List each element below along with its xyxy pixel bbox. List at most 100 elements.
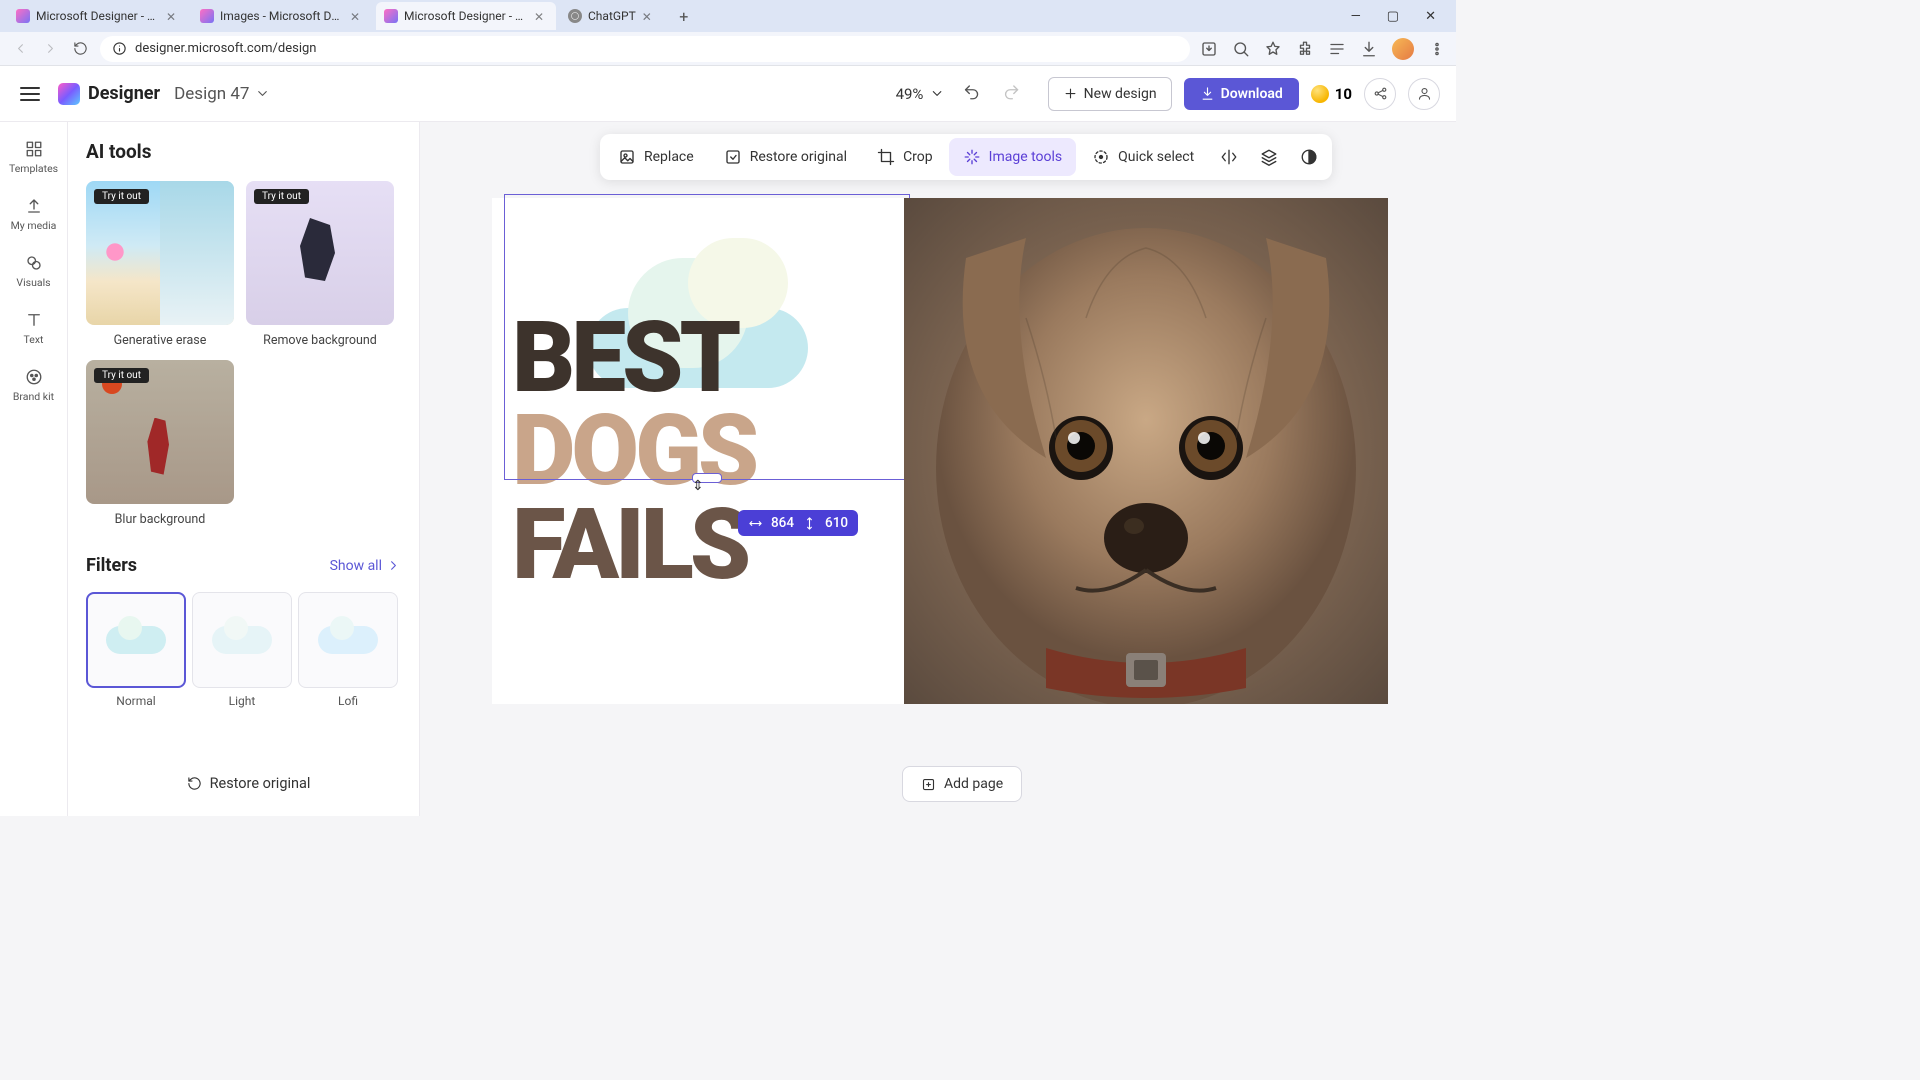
text-line-1[interactable]: BEST [512,311,904,404]
width-icon [748,516,763,531]
canvas-area[interactable]: Replace Restore original Crop Image tool… [420,122,1456,816]
design-surface[interactable]: BEST DOGS FAILS ⇕ 864 610 [492,198,1388,704]
extensions-icon[interactable] [1296,40,1314,58]
filter-thumbnail [298,592,398,688]
menu-toggle-button[interactable] [16,80,44,108]
left-rail: Templates My media Visuals Text Brand ki… [0,122,68,816]
rail-text[interactable]: Text [6,303,62,354]
filter-normal[interactable]: Normal [86,592,186,708]
zoom-icon[interactable] [1232,40,1250,58]
tab-title: ChatGPT [588,9,636,23]
designer-favicon-icon [16,9,30,23]
tool-generative-erase[interactable]: Try it out Generative erase [86,181,234,348]
show-all-filters-button[interactable]: Show all [330,558,401,574]
design-text-block[interactable]: BEST DOGS FAILS ⇕ 864 610 [492,198,904,704]
filter-light[interactable]: Light [192,592,292,708]
ctx-flip[interactable] [1210,138,1248,176]
chatgpt-favicon-icon [568,9,582,23]
filter-thumbnail [86,592,186,688]
reading-list-icon[interactable] [1328,40,1346,58]
quick-select-icon [1092,148,1110,166]
dimensions-badge: 864 610 [738,510,858,536]
filters-title: Filters [86,555,137,576]
ctx-quick-select[interactable]: Quick select [1078,138,1208,176]
menu-icon[interactable] [1428,40,1446,58]
user-icon [1417,86,1432,101]
add-page-button[interactable]: Add page [902,766,1022,802]
maximize-button[interactable]: ▢ [1383,7,1403,26]
undo-button[interactable] [958,79,984,109]
filter-label: Light [229,694,256,708]
profile-avatar[interactable] [1392,38,1414,60]
rail-brand-kit[interactable]: Brand kit [6,360,62,411]
app-header: Designer Design 47 49% New design Downlo… [0,66,1456,122]
designer-favicon-icon [384,9,398,23]
forward-button[interactable] [40,39,60,59]
filters-row: Normal Light Lofi [86,592,401,708]
brand[interactable]: Designer [58,83,160,105]
header-center: 49% [896,79,1025,109]
tool-blur-background[interactable]: Try it out Blur background [86,360,234,527]
brandkit-icon [25,368,43,386]
close-icon[interactable]: ✕ [534,10,546,22]
close-icon[interactable]: ✕ [166,10,178,22]
chevron-down-icon [255,86,270,101]
minimize-button[interactable]: — [1347,7,1365,26]
dog-image[interactable] [904,198,1388,704]
flip-icon [1220,148,1238,166]
try-badge: Try it out [254,189,309,204]
download-icon [1200,86,1215,101]
address-bar[interactable]: designer.microsoft.com/design [100,36,1190,62]
opacity-icon [1300,148,1318,166]
reload-button[interactable] [70,39,90,59]
close-icon[interactable]: ✕ [350,10,362,22]
tool-label: Blur background [115,512,206,527]
close-window-button[interactable]: ✕ [1421,7,1440,26]
ctx-restore-original[interactable]: Restore original [710,138,861,176]
coin-icon [1311,85,1329,103]
rail-templates[interactable]: Templates [6,132,62,183]
zoom-dropdown[interactable]: 49% [896,85,945,103]
rail-visuals[interactable]: Visuals [6,246,62,297]
designer-logo-icon [58,83,80,105]
ctx-image-tools[interactable]: Image tools [949,138,1077,176]
layers-icon [1260,148,1278,166]
visuals-icon [25,254,43,272]
restore-original-button[interactable]: Restore original [86,769,411,798]
ctx-replace[interactable]: Replace [604,138,708,176]
new-tab-button[interactable]: + [672,4,696,28]
upload-icon [25,197,43,215]
downloads-icon[interactable] [1360,40,1378,58]
text-line-2[interactable]: DOGS [512,404,904,497]
tool-remove-background[interactable]: Try it out Remove background [246,181,394,348]
tool-thumbnail: Try it out [86,360,234,504]
text-icon [25,311,43,329]
account-button[interactable] [1408,78,1440,110]
filter-lofi[interactable]: Lofi [298,592,398,708]
credits-counter[interactable]: 10 [1311,85,1352,103]
browser-tab[interactable]: Microsoft Designer - Stunning✕ [376,2,556,30]
browser-tab[interactable]: Images - Microsoft Designer✕ [192,2,372,30]
browser-tab[interactable]: ChatGPT ✕ [560,2,664,30]
close-icon[interactable]: ✕ [642,10,654,22]
side-panel: AI tools Try it out Generative erase Try… [68,122,420,816]
install-app-icon[interactable] [1200,40,1218,58]
ctx-crop[interactable]: Crop [863,138,947,176]
replace-icon [618,148,636,166]
rail-my-media[interactable]: My media [6,189,62,240]
back-button[interactable] [10,39,30,59]
tool-label: Remove background [263,333,377,348]
ctx-opacity[interactable] [1290,138,1328,176]
filter-label: Normal [116,694,155,708]
ctx-layers[interactable] [1250,138,1288,176]
height-icon [802,516,817,531]
tool-label: Generative erase [114,333,207,348]
share-button[interactable] [1364,78,1396,110]
redo-button[interactable] [998,79,1024,109]
download-button[interactable]: Download [1184,78,1299,110]
bookmark-star-icon[interactable] [1264,40,1282,58]
design-name-dropdown[interactable]: Design 47 [174,84,270,104]
templates-icon [25,140,43,158]
new-design-button[interactable]: New design [1048,77,1172,111]
browser-tab[interactable]: Microsoft Designer - Stunning✕ [8,2,188,30]
